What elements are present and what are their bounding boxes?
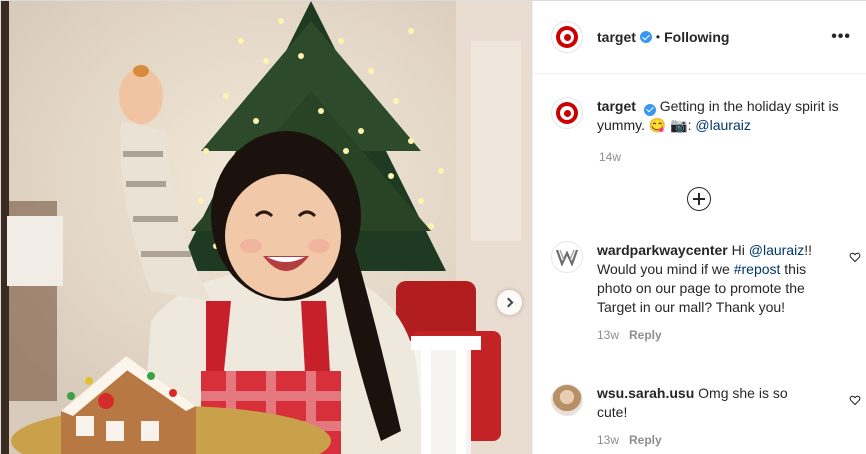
hashtag-link[interactable]: #repost [734,261,781,277]
comment-item: wsu.sarah.usu Omg she is so cute! 13w Rep… [551,384,861,450]
caption-text: target Getting in the holiday spirit is … [597,97,851,135]
comment-text: Hi [731,242,749,258]
plus-circle-icon[interactable] [687,187,711,211]
verified-badge-icon [639,31,652,43]
reply-button[interactable]: Reply [629,328,662,342]
post-header: target • Following ••• [533,1,866,74]
target-logo-icon [556,26,578,48]
target-avatar[interactable] [551,21,583,53]
target-logo-icon [556,102,578,124]
caption-mention-link[interactable]: @lauraiz [695,117,750,133]
account-username[interactable]: target [597,29,636,45]
caption-username[interactable]: target [597,98,636,114]
photo-illustration [1,1,532,454]
comment-username[interactable]: wardparkwaycenter [597,242,728,258]
reply-button[interactable]: Reply [629,433,662,447]
wardparkway-logo-icon [556,249,578,266]
heart-icon[interactable] [849,394,861,406]
post-caption: target Getting in the holiday spirit is … [551,97,851,135]
more-options-icon[interactable]: ••• [831,28,851,46]
avatar[interactable] [551,241,583,273]
comment-username[interactable]: wsu.sarah.usu [597,385,694,401]
chevron-right-icon [503,297,513,308]
comment-timestamp[interactable]: 13w [597,328,619,342]
next-photo-button[interactable] [497,290,522,315]
comment-body: wsu.sarah.usu Omg she is so cute! 13w Rep… [597,384,817,450]
post-details-panel: target • Following ••• target Getting in… [532,1,866,454]
comment-timestamp[interactable]: 13w [597,433,619,447]
post-photo[interactable] [1,1,532,454]
comment-meta: 13w Reply [597,326,817,345]
verified-badge-icon [643,103,656,116]
comment-meta: 13w Reply [597,431,817,450]
separator-dot: • [655,30,661,44]
comment-item: wardparkwaycenter Hi @lauraiz!! Would yo… [551,241,861,345]
heart-icon[interactable] [849,251,861,263]
comment-mention-link[interactable]: @lauraiz [749,242,804,258]
instagram-post-modal: target • Following ••• target Getting in… [0,0,866,454]
caption-timestamp[interactable]: 14w [599,150,621,164]
following-button[interactable]: Following [664,29,729,45]
target-avatar[interactable] [551,97,583,129]
avatar[interactable] [551,384,583,416]
comment-body: wardparkwaycenter Hi @lauraiz!! Would yo… [597,241,817,345]
